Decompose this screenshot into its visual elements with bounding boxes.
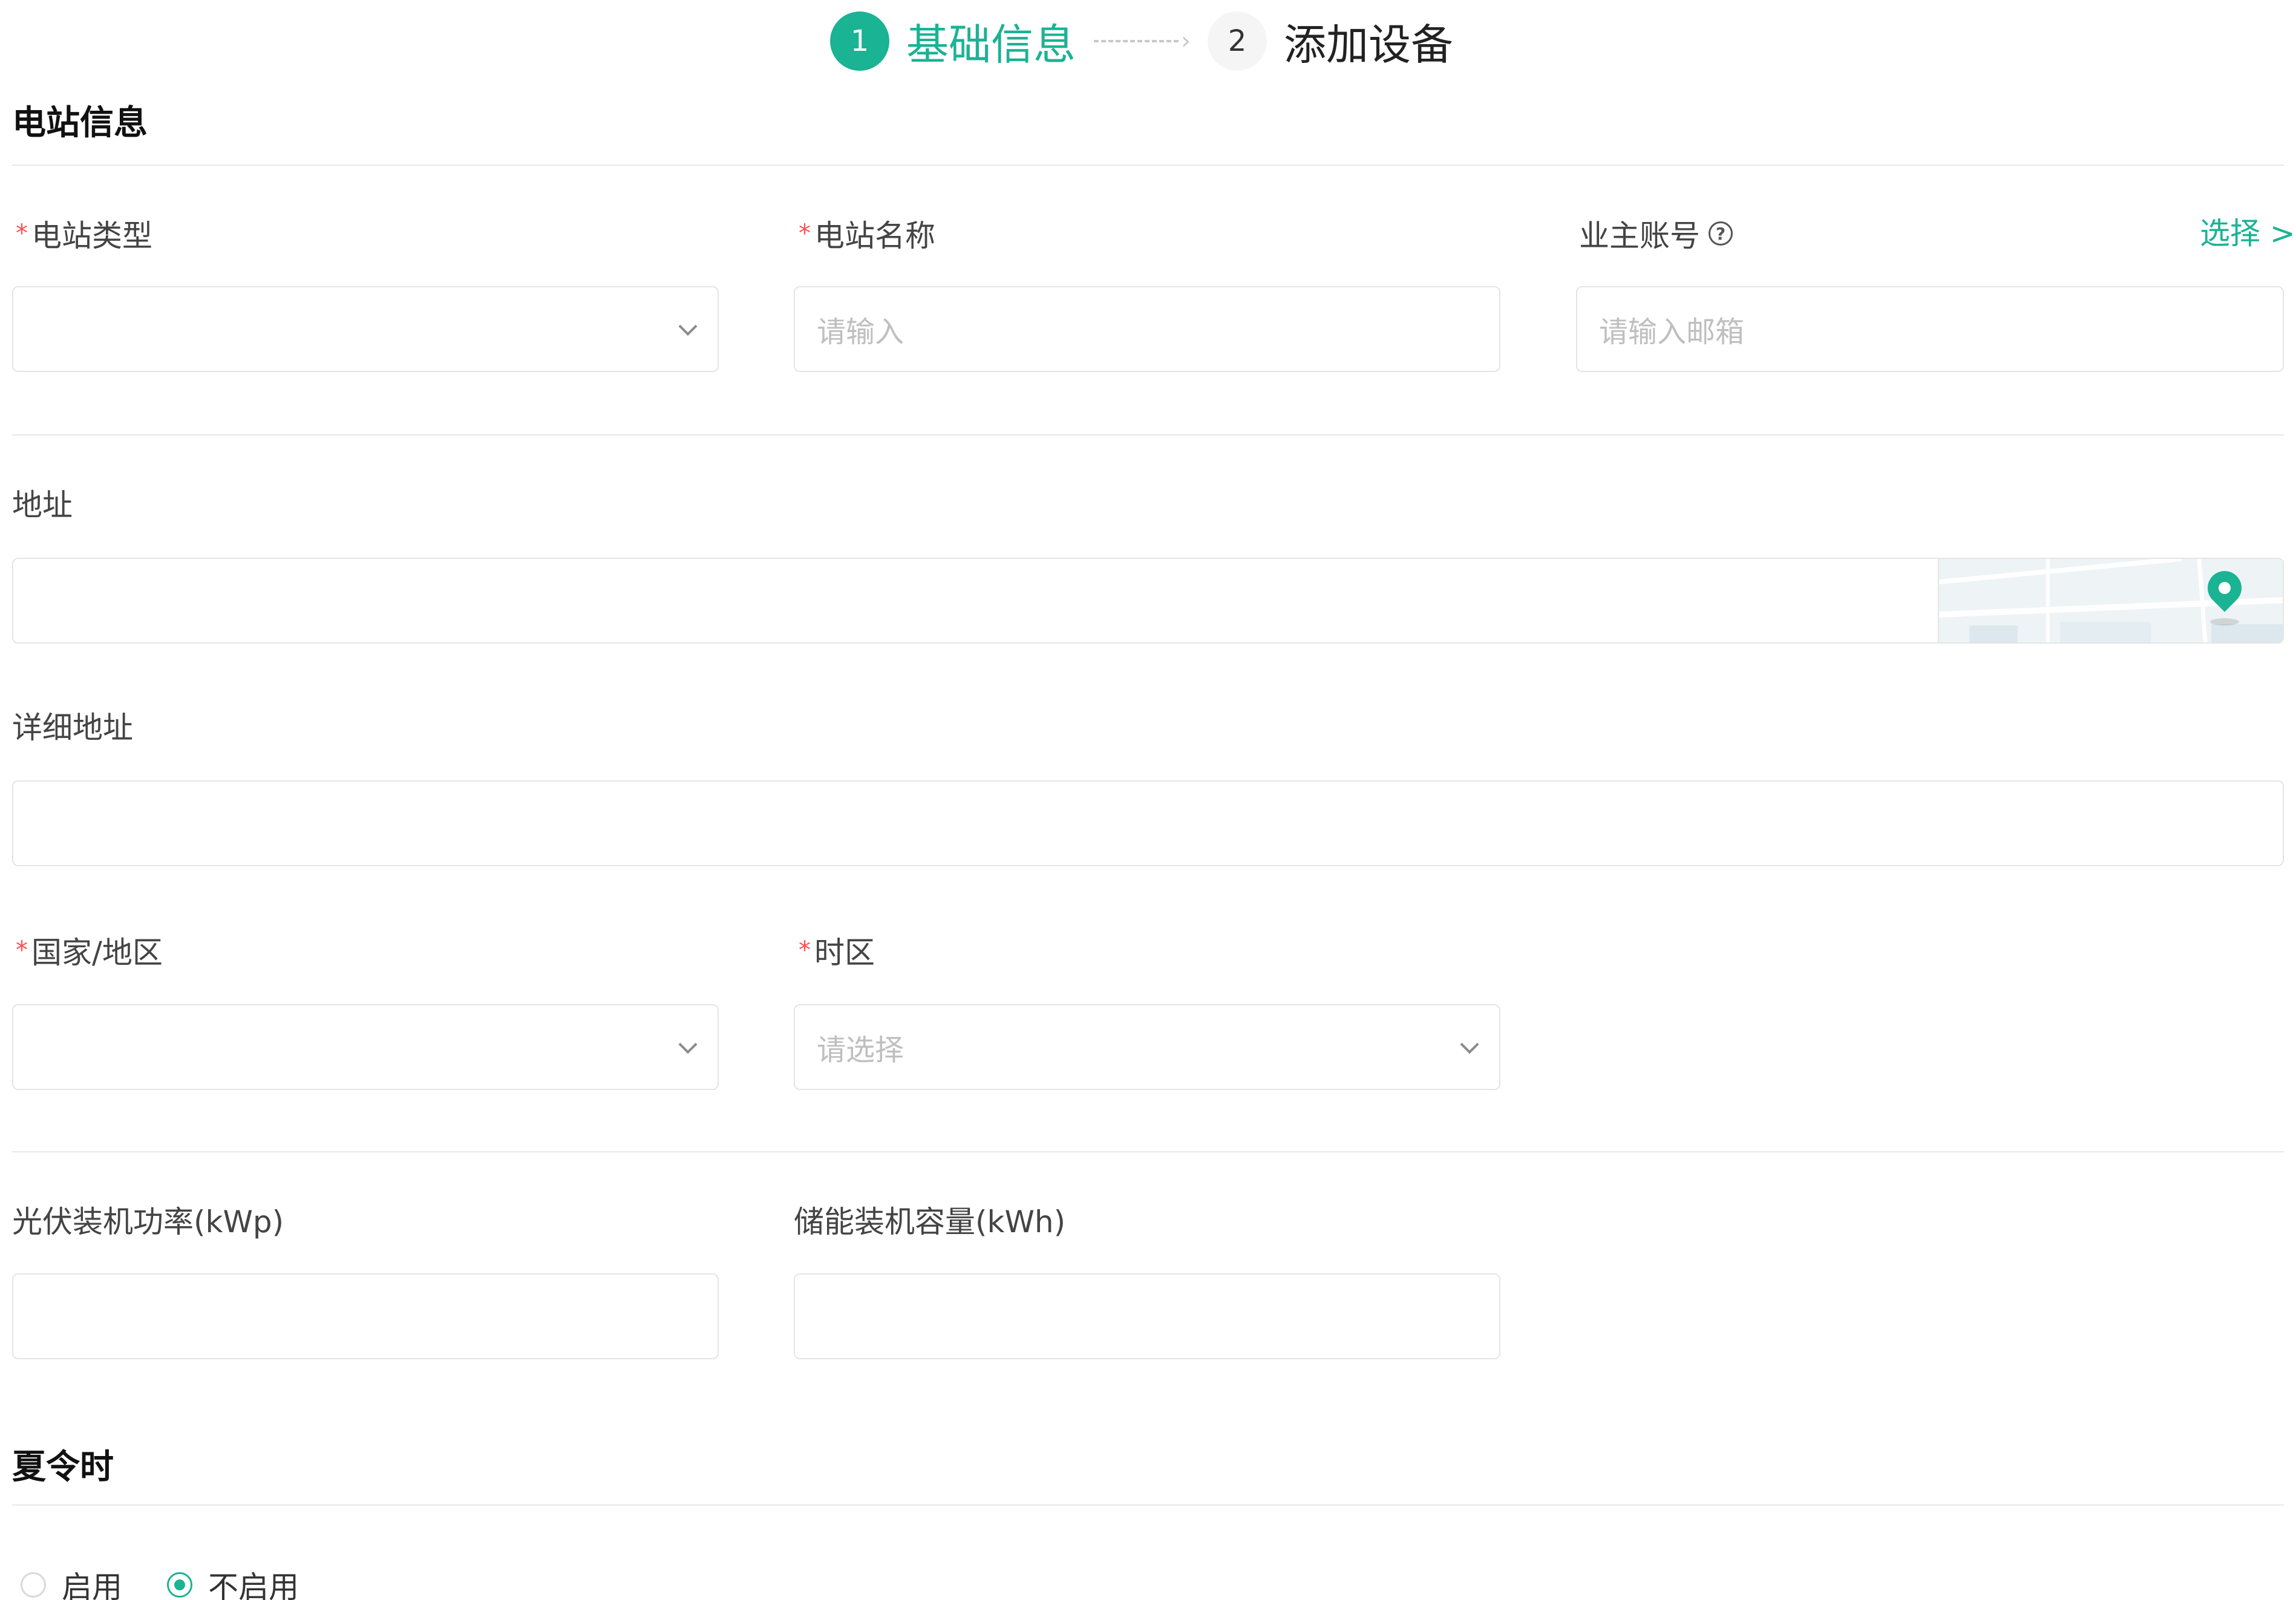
add-station-page: 1 基础信息 › 2 添加设备 电站信息 * 电站类型 * 电站名称 业主账号 … (0, 0, 2296, 1600)
radio-unchecked[interactable] (21, 1572, 46, 1598)
detail-address-input[interactable] (12, 780, 2284, 866)
timezone-label-text: 时区 (814, 935, 875, 970)
chevron-down-icon (678, 317, 698, 336)
radio-checked[interactable] (167, 1572, 192, 1598)
dst-disable-option[interactable]: 不启用 (167, 1563, 299, 1600)
storage-capacity-input[interactable] (794, 1273, 1500, 1359)
dst-disable-label: 不启用 (208, 1570, 299, 1600)
country-select[interactable] (12, 1004, 719, 1090)
owner-email-input[interactable]: 请输入邮箱 (1576, 286, 2284, 372)
storage-capacity-label: 储能装机容量(kWh) (794, 1204, 1066, 1239)
row-divider (12, 1151, 2284, 1152)
owner-email-placeholder: 请输入邮箱 (1599, 315, 1745, 349)
chevron-down-icon (678, 1035, 698, 1054)
chevron-down-icon (1460, 1035, 1479, 1054)
step-1-label: 基础信息 (906, 19, 1076, 70)
map-pin-shadow (2210, 618, 2239, 625)
question-circle-icon[interactable]: ? (1709, 221, 1733, 246)
required-asterisk: * (799, 936, 811, 964)
dst-enable-option[interactable]: 启用 (21, 1563, 122, 1600)
step-2-label: 添加设备 (1284, 19, 1453, 70)
station-name-placeholder: 请输入 (817, 315, 904, 349)
station-info-title: 电站信息 (12, 103, 148, 143)
section-divider (12, 165, 2284, 166)
country-label: * 国家/地区 (16, 929, 163, 972)
dashed-line (1094, 40, 1179, 42)
station-name-label: * 电站名称 (799, 212, 935, 255)
dst-title: 夏令时 (12, 1448, 114, 1487)
required-asterisk: * (16, 936, 28, 964)
address-label: 地址 (12, 488, 73, 523)
dst-radio-group: 启用 不启用 (21, 1563, 344, 1600)
detail-address-label: 详细地址 (12, 710, 133, 745)
station-type-label-text: 电站类型 (31, 218, 152, 253)
step-2-number: 2 (1208, 11, 1267, 71)
required-asterisk: * (16, 220, 28, 247)
owner-account-label: 业主账号 ? (1579, 212, 1733, 255)
row-divider (12, 434, 2284, 436)
station-name-label-text: 电站名称 (814, 218, 935, 253)
step-connector: › (1094, 27, 1191, 55)
owner-account-label-text: 业主账号 (1579, 218, 1700, 253)
station-name-input[interactable]: 请输入 (794, 286, 1500, 372)
pv-capacity-label: 光伏装机功率(kWp) (12, 1204, 284, 1239)
pv-capacity-input[interactable] (12, 1273, 719, 1359)
owner-select-link[interactable]: 选择 > (2200, 209, 2295, 253)
timezone-select[interactable]: 请选择 (794, 1004, 1500, 1090)
required-asterisk: * (799, 220, 811, 247)
step-1-number: 1 (830, 11, 889, 71)
chevron-right-icon: › (1181, 27, 1191, 55)
dst-enable-label: 启用 (62, 1570, 122, 1600)
timezone-label: * 时区 (799, 929, 875, 972)
map-preview[interactable] (1938, 559, 2283, 642)
station-type-select[interactable] (12, 286, 719, 372)
country-label-text: 国家/地区 (31, 935, 163, 970)
address-input[interactable] (12, 558, 2284, 644)
section-divider (12, 1504, 2284, 1506)
station-type-label: * 电站类型 (16, 212, 152, 255)
stepper: 1 基础信息 › 2 添加设备 (830, 11, 1453, 71)
timezone-placeholder: 请选择 (817, 1033, 904, 1067)
